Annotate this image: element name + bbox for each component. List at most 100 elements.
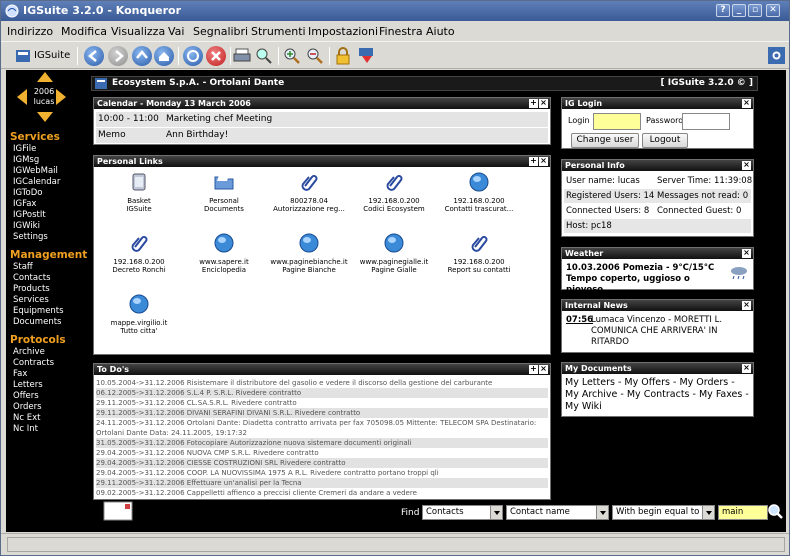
close-icon[interactable]: × (742, 364, 751, 373)
maximize-button[interactable]: ▫ (748, 4, 762, 17)
personal-link[interactable]: 192.168.0.200 Contatti trascurat... (439, 171, 519, 213)
print-icon[interactable] (233, 47, 251, 65)
change-user-button[interactable]: Change user (571, 133, 639, 148)
reload-icon[interactable] (183, 46, 203, 66)
close-icon[interactable]: × (742, 99, 751, 108)
logout-button[interactable]: Logout (642, 133, 688, 148)
todo-item[interactable]: 31.05.2005->31.12.2006 Fotocopiare Autor… (96, 438, 548, 448)
personal-link[interactable]: www.paginebianche.it Pagine Bianche (269, 232, 349, 274)
menu-modifica[interactable]: Modifica (61, 25, 107, 38)
find-table-select[interactable]: Contacts (422, 505, 503, 520)
minimize-button[interactable]: _ (732, 4, 746, 17)
menu-strumenti[interactable]: Strumenti (251, 25, 306, 38)
close-icon[interactable]: × (742, 301, 751, 310)
stop-icon[interactable] (206, 46, 226, 66)
back-icon[interactable] (84, 46, 104, 66)
year-up-arrow-icon[interactable] (37, 72, 53, 82)
personal-link[interactable]: 192.168.0.200 Codici Ecosystem (354, 171, 434, 213)
menu-impostazioni[interactable]: Impostazioni (308, 25, 378, 38)
find-field-select[interactable]: Contact name (506, 505, 609, 520)
documents-links[interactable]: My Letters - My Offers - My Orders - My … (565, 377, 751, 413)
sidebar-item-products[interactable]: Products (13, 284, 50, 294)
find-input[interactable]: main (718, 505, 768, 520)
todo-item[interactable]: 29.11.2005->31.12.2006 CL.SA.S.R.L. Rive… (96, 398, 548, 408)
todo-item[interactable]: 09.02.2005->31.12.2006 Cappelletti affie… (96, 488, 548, 498)
igsuite-icon[interactable] (14, 47, 32, 65)
personal-link[interactable]: mappe.virgilio.it Tutto citta' (99, 293, 179, 335)
close-window-button[interactable]: ✕ (766, 4, 780, 17)
up-icon[interactable] (132, 46, 152, 66)
sidebar-item-igpostit[interactable]: IGPostIt (13, 210, 46, 220)
personal-link[interactable]: www.paginegialle.it Pagine Gialle (354, 232, 434, 274)
sidebar-item-nc-int[interactable]: Nc Int (13, 424, 38, 434)
download-icon[interactable] (357, 46, 377, 66)
sidebar-item-archive[interactable]: Archive (13, 347, 45, 357)
sidebar-item-igwebmail[interactable]: IGWebMail (13, 166, 58, 176)
sidebar-item-nc-ext[interactable]: Nc Ext (13, 413, 40, 423)
link-line2: Pagine Gialle (371, 266, 417, 274)
password-input[interactable] (682, 113, 730, 130)
close-icon[interactable]: × (539, 99, 548, 108)
find-mode-select[interactable]: With begin equal to (612, 505, 715, 520)
close-icon[interactable]: × (539, 365, 548, 374)
forward-icon[interactable] (108, 46, 128, 66)
menu-vai[interactable]: Vai (168, 25, 184, 38)
calendar-event-row[interactable]: 10:00 - 11:00 Marketing chef Meeting (96, 112, 548, 127)
zoom-in-icon[interactable] (283, 47, 301, 65)
personal-link[interactable]: Personal Documents (184, 171, 264, 213)
sidebar-item-services[interactable]: Services (13, 295, 49, 305)
close-icon[interactable]: × (539, 157, 548, 166)
sidebar-item-staff[interactable]: Staff (13, 262, 33, 272)
todo-item[interactable]: 29.04.2005->31.12.2006 COOP. LA NUOVISSI… (96, 468, 548, 478)
menu-finestra[interactable]: Finestra (379, 25, 423, 38)
sidebar-item-letters[interactable]: Letters (13, 380, 43, 390)
sidebar-item-documents[interactable]: Documents (13, 317, 61, 327)
lock-icon[interactable] (334, 46, 352, 66)
expand-icon[interactable]: + (529, 157, 538, 166)
help-button[interactable]: ? (716, 4, 730, 17)
personal-link[interactable]: 192.168.0.200 Report su contatti (439, 232, 519, 274)
personal-link[interactable]: 192.168.0.200 Decreto Ronchi (99, 232, 179, 274)
todo-item[interactable]: 06.12.2005->31.12.2006 S.L.4 P. S.R.L. R… (96, 388, 548, 398)
menu-visualizza[interactable]: Visualizza (111, 25, 165, 38)
sidebar-item-igtodo[interactable]: IGToDo (13, 188, 42, 198)
sidebar-item-contracts[interactable]: Contracts (13, 358, 54, 368)
news-time[interactable]: 07:56 (566, 315, 593, 325)
close-icon[interactable]: × (742, 161, 751, 170)
todo-item[interactable]: 24.11.2005->31.12.2006 Ortolani Dante: D… (96, 418, 548, 438)
sidebar-item-equipments[interactable]: Equipments (13, 306, 64, 316)
sidebar-item-orders[interactable]: Orders (13, 402, 42, 412)
sidebar-item-igmsg[interactable]: IGMsg (13, 155, 39, 165)
expand-icon[interactable]: + (529, 99, 538, 108)
login-input[interactable] (593, 113, 641, 130)
todo-item[interactable]: 29.11.2005->31.12.2006 Effettuare un'ana… (96, 478, 548, 488)
mail-icon[interactable] (103, 501, 133, 521)
print-preview-icon[interactable] (255, 47, 273, 65)
igsuite-label[interactable]: IGSuite (34, 50, 70, 61)
sidebar-item-igcalendar[interactable]: IGCalendar (13, 177, 60, 187)
home-icon[interactable] (154, 46, 174, 66)
todo-item[interactable]: 10.05.2004->31.12.2006 Risistemare il di… (96, 378, 548, 388)
menu-aiuto[interactable]: Aiuto (426, 25, 455, 38)
sidebar-item-settings[interactable]: Settings (13, 232, 48, 242)
zoom-out-icon[interactable] (306, 47, 324, 65)
personal-link[interactable]: 800278.04 Autorizzazione reg... (269, 171, 349, 213)
close-icon[interactable]: × (742, 249, 751, 258)
year-down-arrow-icon[interactable] (37, 112, 53, 122)
sidebar-item-fax[interactable]: Fax (13, 369, 27, 379)
sidebar-item-igfile[interactable]: IGFile (13, 144, 36, 154)
todo-item[interactable]: 29.04.2005->31.12.2006 NUOVA CMP S.R.L. … (96, 448, 548, 458)
personal-link[interactable]: www.sapere.it Enciclopedia (184, 232, 264, 274)
sidebar-item-igwiki[interactable]: IGWiki (13, 221, 40, 231)
todo-item[interactable]: 29.11.2005->31.12.2006 DIVANI SERAFINI D… (96, 408, 548, 418)
todo-item[interactable]: 29.04.2005->31.12.2006 CIESSE COSTRUZION… (96, 458, 548, 468)
personal-link[interactable]: Basket IGSuite (99, 171, 179, 213)
sidebar-item-contacts[interactable]: Contacts (13, 273, 51, 283)
expand-icon[interactable]: + (529, 365, 538, 374)
sidebar-item-offers[interactable]: Offers (13, 391, 39, 401)
menu-segnalibri[interactable]: Segnalibri (193, 25, 248, 38)
menu-indirizzo[interactable]: Indirizzo (7, 25, 53, 38)
prev-arrow-icon[interactable] (17, 89, 27, 105)
search-icon[interactable] (767, 503, 784, 520)
sidebar-item-igfax[interactable]: IGFax (13, 199, 36, 209)
